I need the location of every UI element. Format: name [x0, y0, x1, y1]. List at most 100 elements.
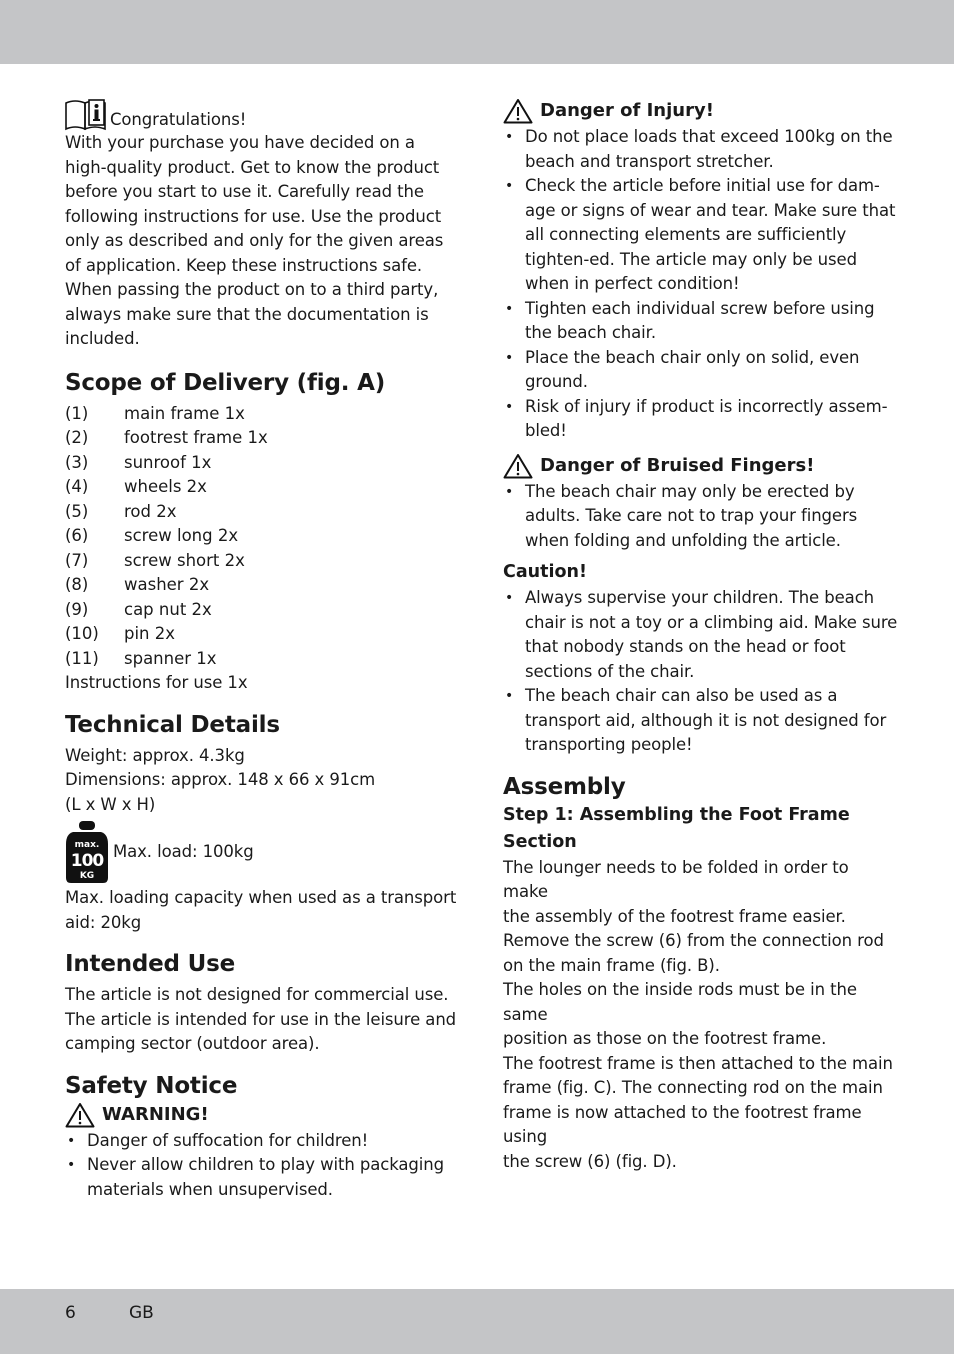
item-number: (5) — [65, 501, 89, 521]
intro-line: included. — [65, 329, 140, 348]
technical-section: Technical Details Weight: approx. 4.3kg … — [65, 710, 460, 936]
assembly-line: The footrest frame is then attached to t… — [503, 1053, 893, 1073]
item-number: (3) — [65, 452, 89, 472]
delivery-item: (2) footrest frame 1x — [65, 426, 460, 451]
item-number: (8) — [65, 575, 89, 594]
delivery-item: (4) wheels 2x — [65, 475, 460, 500]
warning-title: WARNING! — [102, 1103, 209, 1125]
intro-line: only as described and only for the given… — [65, 231, 444, 250]
warning-triangle-icon — [503, 453, 533, 478]
item-number: (4) — [65, 477, 89, 496]
warning-list: Danger of suffocation for children! Neve… — [65, 1129, 460, 1203]
technical-heading: Technical Details — [65, 711, 280, 738]
assembly-heading: Assembly — [503, 773, 626, 800]
warning-triangle-icon — [503, 99, 533, 124]
intro-header: Congratulations! — [65, 95, 460, 131]
danger-fingers-section: Danger of Bruised Fingers! The beach cha… — [503, 452, 898, 554]
intro-text: With your purchase you have decided on a… — [65, 131, 460, 352]
item-text: sunroof 1x — [124, 452, 212, 472]
caution-item: Always supervise your children. The beac… — [503, 586, 898, 684]
warning-item: Danger of suffocation for children! — [65, 1129, 460, 1154]
item-number: (9) — [65, 599, 89, 619]
max-load-text: Max. load: 100kg — [113, 841, 254, 861]
assembly-line: the screw (6) (fig. D). — [503, 1151, 677, 1171]
item-number: (10) — [65, 624, 99, 643]
item-text: rod 2x — [124, 501, 177, 521]
assembly-line: frame (fig. C). The connecting rod on th… — [503, 1078, 883, 1097]
left-column: Congratulations! With your purchase you … — [65, 95, 460, 1202]
intro-title: Congratulations! — [110, 110, 247, 129]
intro-line: before you start to use it. Carefully re… — [65, 182, 424, 201]
max-weight-icon: max. 100 KG — [66, 821, 108, 883]
intended-use-section: Intended Use The article is not designed… — [65, 949, 460, 1057]
item-text: cap nut 2x — [124, 599, 212, 619]
danger-injury-list: Do not place loads that exceed 100kg on … — [503, 125, 898, 444]
intro-line: always make sure that the documentation … — [65, 304, 429, 324]
intended-use-line: camping sector (outdoor area). — [65, 1034, 320, 1053]
danger-injury-item: Check the article before initial use for… — [503, 174, 898, 297]
caution-list: Always supervise your children. The beac… — [503, 586, 898, 758]
item-text: pin 2x — [124, 624, 176, 643]
delivery-item: (8) washer 2x — [65, 573, 460, 598]
item-number: (6) — [65, 526, 89, 545]
assembly-line: the assembly of the footrest frame easie… — [503, 906, 846, 926]
intro-line: high-quality product. Get to know the pr… — [65, 157, 440, 177]
intended-use-heading: Intended Use — [65, 951, 235, 977]
max-load-row: max. 100 KG Max. load: 100kg — [65, 820, 460, 884]
delivery-item: (6) screw long 2x — [65, 524, 460, 549]
assembly-line: on the main frame (fig. B). — [503, 955, 720, 975]
intro-line: following instructions for use. Use the … — [65, 206, 442, 226]
info-book-icon — [65, 99, 106, 131]
item-text: screw short 2x — [124, 550, 245, 570]
safety-heading: Safety Notice — [65, 1072, 238, 1099]
delivery-item: (11) spanner 1x — [65, 647, 460, 672]
danger-injury-header: Danger of Injury! — [503, 97, 898, 125]
delivery-item: (5) rod 2x — [65, 500, 460, 525]
delivery-list: (1) main frame 1x (2) footrest frame 1x (3… — [65, 402, 460, 672]
dimensions-text: Dimensions: approx. 148 x 66 x 91cm — [65, 770, 376, 789]
weight-icon-top: max. — [75, 840, 100, 850]
warning-item: Never allow children to play with packag… — [65, 1153, 460, 1202]
step-title: Step 1: Assembling the Foot Frame Sectio… — [503, 804, 850, 852]
assembly-line: The holes on the inside rods must be in … — [503, 980, 857, 1024]
assembly-line: Remove the screw (6) from the connection… — [503, 931, 884, 950]
danger-injury-item: Do not place loads that exceed 100kg on … — [503, 125, 898, 174]
item-text: spanner 1x — [124, 648, 217, 668]
assembly-line: frame is now attached to the footrest fr… — [503, 1102, 862, 1147]
item-text: main frame 1x — [124, 403, 245, 423]
delivery-item: (10) pin 2x — [65, 622, 460, 647]
dimensions-note: (L x W x H) — [65, 794, 156, 814]
caution-item: The beach chair can also be used as a tr… — [503, 684, 898, 758]
danger-injury-section: Danger of Injury! Do not place loads tha… — [503, 97, 898, 444]
caution-section: Caution! Always supervise your children.… — [503, 559, 898, 758]
danger-injury-item: Tighten each individual screw before usi… — [503, 297, 898, 346]
weight-icon-value: 100 — [71, 851, 105, 871]
intro-line: When passing the product on to a third p… — [65, 280, 439, 299]
instructions-line: Instructions for use 1x — [65, 673, 248, 692]
item-text: washer 2x — [124, 575, 210, 594]
page-number: 6 — [65, 1303, 76, 1323]
assembly-section: Assembly Step 1: Assembling the Foot Fra… — [503, 772, 898, 1175]
item-number: (1) — [65, 403, 89, 423]
intended-use-line: The article is intended for use in the l… — [65, 1009, 457, 1029]
header-band — [0, 0, 954, 64]
delivery-item: (3) sunroof 1x — [65, 451, 460, 476]
transport-capacity-line: aid: 20kg — [65, 912, 142, 932]
item-text: wheels 2x — [124, 477, 207, 496]
safety-section: Safety Notice WARNING! Danger of suffoca… — [65, 1071, 460, 1203]
item-text: screw long 2x — [124, 526, 239, 545]
delivery-item: (9) cap nut 2x — [65, 598, 460, 623]
delivery-item: (7) screw short 2x — [65, 549, 460, 574]
danger-fingers-list: The beach chair may only be erected by a… — [503, 480, 898, 554]
danger-fingers-item: The beach chair may only be erected by a… — [503, 480, 898, 554]
assembly-line: position as those on the footrest frame. — [503, 1029, 827, 1048]
caution-title: Caution! — [503, 562, 587, 582]
warning-triangle-icon — [65, 1102, 95, 1127]
scope-heading: Scope of Delivery (fig. A) — [65, 369, 386, 396]
item-number: (11) — [65, 648, 99, 668]
weight-text: Weight: approx. 4.3kg — [65, 745, 245, 765]
intro-line: of application. Keep these instructions … — [65, 255, 423, 275]
item-number: (7) — [65, 550, 89, 570]
danger-fingers-header: Danger of Bruised Fingers! — [503, 452, 898, 480]
weight-icon-unit: KG — [80, 871, 94, 881]
